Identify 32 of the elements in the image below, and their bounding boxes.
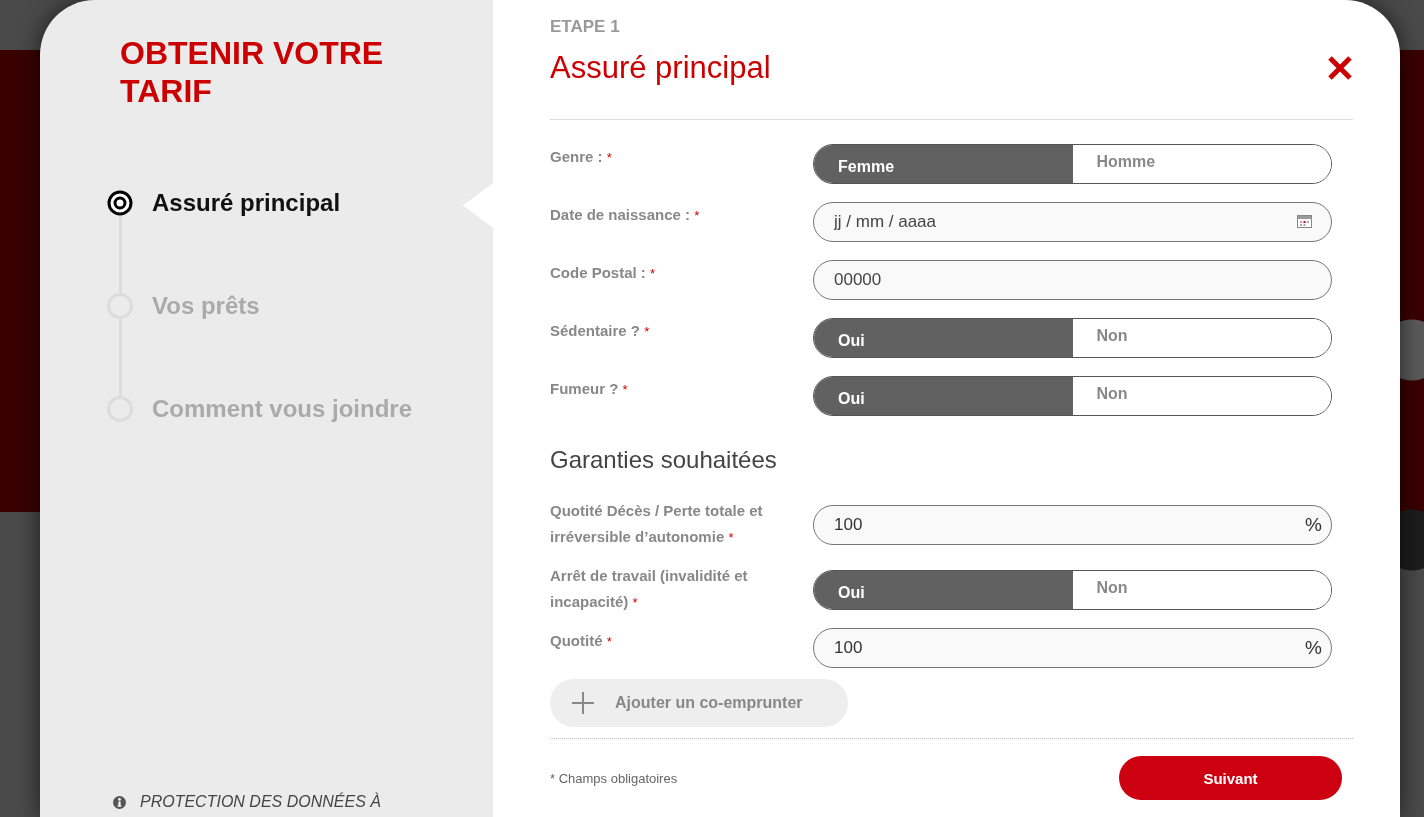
percent-unit: %	[1305, 637, 1322, 659]
calendar-icon	[1297, 215, 1312, 228]
next-button[interactable]: Suivant	[1119, 756, 1342, 800]
field-label: Code Postal : *	[550, 263, 656, 283]
close-icon	[1327, 55, 1353, 81]
info-icon	[113, 795, 126, 809]
field-label: Quotité Décès / Perte totale et irréversible d’autonomie *	[550, 501, 764, 547]
date-input[interactable]: jj / mm / aaaa	[813, 202, 1332, 242]
plus-icon	[572, 692, 594, 714]
step-label: Assuré principal	[152, 190, 341, 216]
field-label: Sédentaire ? *	[550, 321, 650, 341]
toggle-option[interactable]: Oui	[814, 377, 1073, 415]
postal-code-input[interactable]: 00000	[813, 260, 1332, 300]
field-label: Arrêt de travail (invalidité et incapacité) *	[550, 566, 749, 612]
step-caption: ETAPE 1	[550, 17, 620, 37]
step-label: Comment vous joindre	[152, 396, 413, 422]
toggle-option[interactable]: Oui	[814, 319, 1073, 357]
form-title: Assuré principal	[550, 50, 771, 86]
required-note: * Champs obligatoires	[550, 770, 678, 786]
field-label: Quotité *	[550, 631, 612, 651]
field-label: Date de naissance : *	[550, 205, 700, 225]
close-button[interactable]	[1327, 55, 1353, 81]
privacy-link[interactable]: PROTECTION DES DONNÉES À	[140, 793, 381, 811]
toggle-option[interactable]: Femme	[814, 145, 1073, 183]
toggle-option[interactable]: Oui	[814, 570, 1073, 609]
field-label: Fumeur ? *	[550, 379, 628, 399]
percent-unit: %	[1305, 513, 1322, 536]
step-label: Vos prêts	[152, 293, 260, 319]
target-icon	[107, 190, 133, 216]
field-label: Genre : *	[550, 147, 612, 167]
section-heading: Garanties souhaitées	[550, 445, 777, 475]
sidebar-title: OBTENIR VOTRE TARIF	[120, 34, 385, 110]
